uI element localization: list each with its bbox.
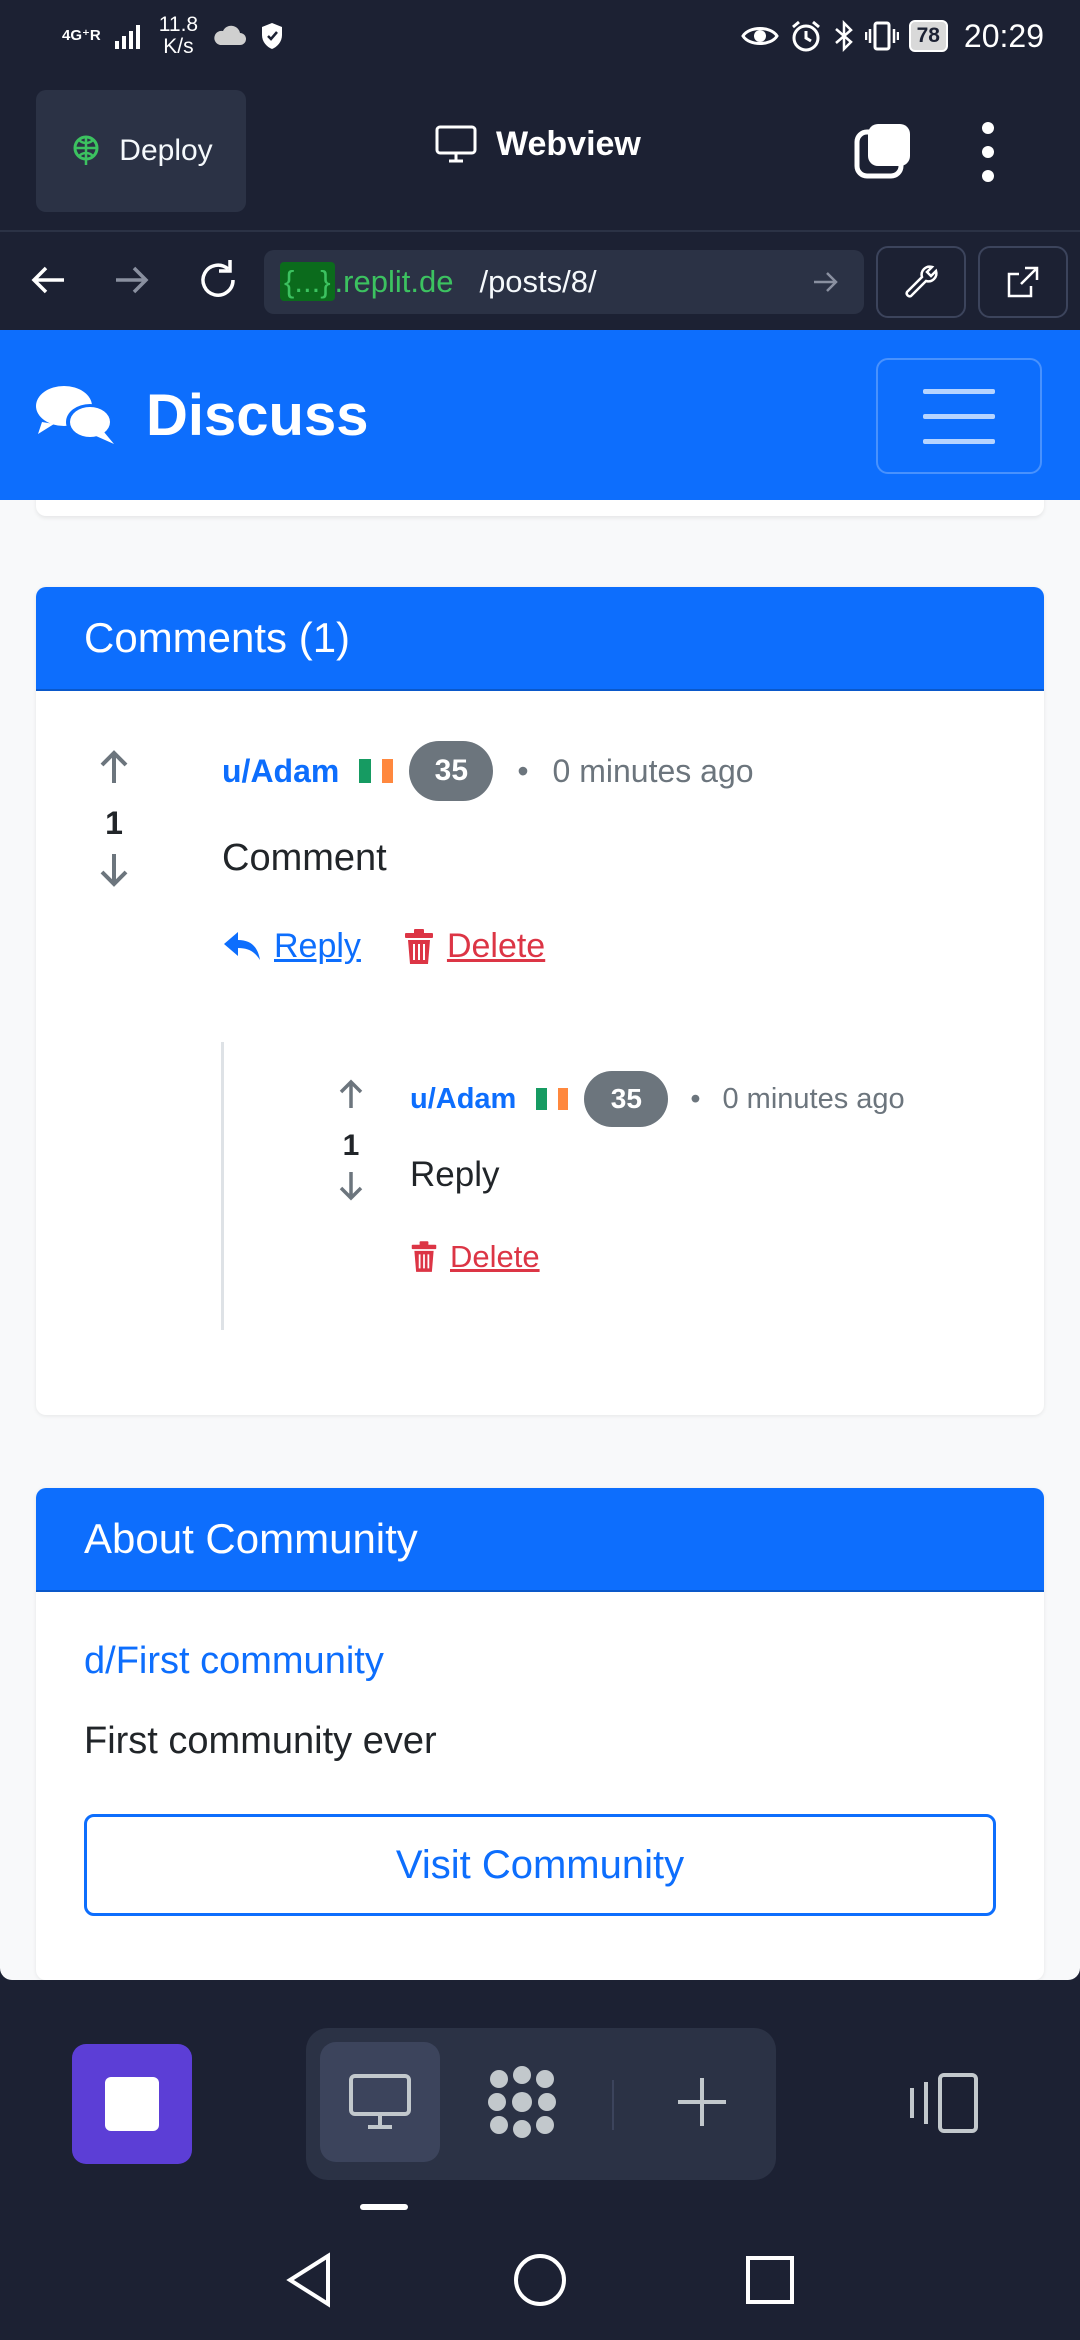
clock: 20:29 (963, 17, 1044, 54)
comments-card: Comments (1) 1 u/Adam 35 • 0 minutes ago… (36, 587, 1044, 1415)
replit-bottom-dock (0, 1980, 1080, 2200)
upvote-icon[interactable] (336, 1077, 366, 1111)
wrench-icon (905, 265, 938, 298)
home-indicator (360, 2204, 408, 2210)
comment-meta: u/Adam 35 • 0 minutes ago (222, 741, 754, 801)
comment-vote-column: 1 (86, 747, 142, 890)
deploy-label: Deploy (119, 134, 213, 167)
comment-body: Comment (222, 837, 387, 879)
comment-timestamp: 0 minutes ago (552, 752, 754, 789)
site-navbar: Discuss (0, 330, 1080, 500)
back-arrow-icon[interactable] (24, 256, 72, 304)
karma-badge: 35 (584, 1071, 669, 1127)
dock-separator (612, 2080, 614, 2130)
stop-button[interactable] (72, 2044, 192, 2164)
community-link[interactable]: d/First community (84, 1640, 384, 1683)
brand-link[interactable]: Discuss (34, 382, 368, 449)
panel-layout-icon[interactable] (906, 2072, 980, 2134)
external-link-icon (1007, 266, 1039, 298)
home-circle-icon[interactable] (510, 2250, 570, 2310)
go-arrow-icon[interactable] (810, 266, 842, 298)
reply-actions: Delete (410, 1239, 540, 1275)
comment-vote-count: 1 (105, 805, 123, 841)
trash-icon (404, 928, 433, 964)
stop-icon (105, 2077, 159, 2131)
downvote-icon[interactable] (96, 850, 132, 890)
reply-vote-count: 1 (342, 1129, 360, 1162)
reply-meta: u/Adam 35 • 0 minutes ago (410, 1071, 905, 1127)
system-navigation-bar (0, 2220, 1080, 2340)
upvote-icon[interactable] (96, 747, 132, 787)
about-header: About Community (36, 1488, 1044, 1592)
back-triangle-icon[interactable] (280, 2250, 340, 2310)
reload-icon[interactable] (194, 256, 242, 304)
apps-dock-tab[interactable] (462, 2042, 582, 2162)
tabs-icon[interactable] (854, 122, 912, 180)
replit-top-bar: Deploy Webview (0, 72, 1080, 230)
more-options-icon[interactable] (976, 122, 1000, 182)
plus-icon (678, 2078, 726, 2126)
navbar-toggler-button[interactable] (876, 358, 1042, 474)
network-indicator: 4G⁺R (62, 27, 101, 44)
recents-square-icon[interactable] (740, 2250, 800, 2310)
meta-separator: • (517, 752, 529, 789)
delete-comment-button[interactable]: Delete (403, 927, 545, 966)
grid-blob-icon (488, 2066, 556, 2138)
comments-icon (36, 386, 114, 444)
reply-vote-column: 1 (326, 1077, 376, 1203)
comments-header: Comments (1) (36, 587, 1044, 691)
reply-timestamp: 0 minutes ago (722, 1082, 905, 1115)
devtools-button[interactable] (876, 246, 966, 318)
comment-actions: Reply Delete (222, 927, 545, 966)
eye-icon (740, 27, 779, 45)
ireland-flag-icon (536, 1088, 569, 1110)
monitor-icon (435, 125, 477, 163)
delete-reply-button[interactable]: Delete (410, 1239, 540, 1275)
downvote-icon[interactable] (336, 1169, 366, 1203)
reply-user-link[interactable]: u/Adam (410, 1083, 516, 1116)
url-bar: {...} .replit.de /posts/8/ (0, 230, 1080, 330)
reply-body: Reply (410, 1155, 500, 1194)
battery-indicator: 78 (908, 20, 948, 52)
cloud-icon (214, 25, 247, 45)
forward-arrow-icon[interactable] (108, 256, 156, 304)
reply-thread-line (221, 1042, 224, 1330)
webview-dock-tab[interactable] (320, 2042, 440, 2162)
shield-icon (262, 23, 283, 49)
url-host: {...} .replit.de (280, 262, 453, 301)
ireland-flag-icon (359, 759, 394, 783)
brand-label: Discuss (146, 382, 369, 448)
visit-community-button[interactable]: Visit Community (84, 1814, 996, 1916)
vibrate-icon (864, 21, 899, 51)
about-community-card: About Community d/First community First … (36, 1488, 1044, 1980)
add-tab-button[interactable] (642, 2042, 762, 2162)
monitor-icon (349, 2074, 411, 2129)
dock-tab-group (306, 2028, 776, 2180)
karma-badge: 35 (409, 741, 494, 801)
webview-tab-title[interactable]: Webview (434, 124, 641, 164)
webview-label: Webview (496, 124, 641, 163)
reply-icon (224, 931, 260, 960)
open-new-tab-button[interactable] (978, 246, 1068, 318)
signal-icon (114, 25, 140, 49)
community-description: First community ever (84, 1720, 437, 1762)
url-input[interactable]: {...} .replit.de /posts/8/ (264, 250, 864, 314)
status-bar: 4G⁺R 11.8 K/s 78 20:29 (0, 0, 1080, 72)
alarm-icon (791, 20, 820, 52)
trash-icon (411, 1241, 437, 1272)
network-speed: 11.8 K/s (158, 13, 199, 58)
webview: Discuss Comments (1) 1 u/Adam 35 • 0 min… (0, 330, 1080, 1980)
deploy-button[interactable]: Deploy (36, 90, 246, 212)
deploy-icon (73, 135, 99, 165)
meta-separator: • (690, 1082, 701, 1115)
url-path: /posts/8/ (479, 264, 597, 299)
comment-user-link[interactable]: u/Adam (222, 753, 339, 790)
reply-button[interactable]: Reply (222, 927, 361, 966)
bluetooth-icon (834, 20, 853, 52)
